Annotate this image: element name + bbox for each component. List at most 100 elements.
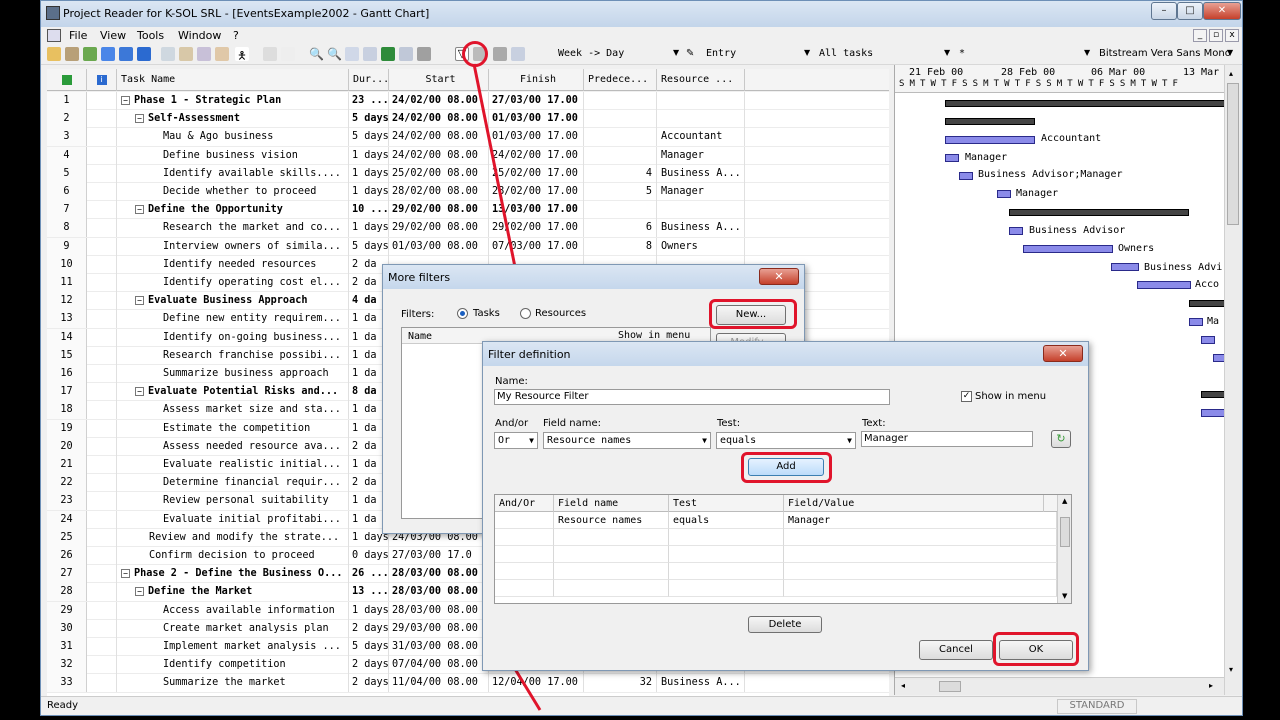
task-info[interactable] — [87, 365, 117, 383]
collapse-icon[interactable]: − — [135, 586, 144, 596]
task-row[interactable]: 33 Summarize the market 2 days 11/04/00 08.… — [47, 674, 889, 693]
col-task-name[interactable]: Task Name — [117, 69, 349, 91]
task-start[interactable]: 28/03/00 08.00 — [389, 601, 489, 620]
criteria-col-test[interactable]: Test — [669, 495, 784, 512]
task-info[interactable] — [87, 638, 117, 656]
task-id[interactable]: 7 — [47, 201, 87, 220]
open-icon[interactable] — [47, 47, 61, 61]
criteria-cell-value[interactable] — [784, 529, 1057, 546]
task-resources[interactable] — [657, 201, 745, 220]
collapse-icon[interactable]: − — [135, 295, 144, 305]
task-name[interactable]: − Phase 1 - Strategic Plan — [117, 92, 349, 110]
filter-list-name-header[interactable]: Name — [408, 331, 432, 342]
task-resources[interactable]: Manager — [657, 183, 745, 201]
task-id[interactable]: 24 — [47, 510, 87, 529]
collapse-icon[interactable]: − — [121, 568, 130, 578]
edit-icon[interactable] — [399, 47, 413, 61]
task-id[interactable]: 5 — [47, 164, 87, 183]
task-start[interactable]: 11/04/00 08.00 — [389, 674, 489, 693]
collapse-icon[interactable]: − — [135, 386, 144, 396]
task-row[interactable]: 7− Define the Opportunity 10 ... 29/02/00 0… — [47, 201, 889, 220]
task-resources[interactable]: Accountant — [657, 128, 745, 147]
task-name[interactable]: − Self-Assessment — [117, 110, 349, 129]
task-duration[interactable]: 5 days — [349, 237, 389, 256]
task-info[interactable] — [87, 474, 117, 493]
task-row[interactable]: 8 Research the market and co... 1 days 29/0… — [47, 219, 889, 238]
task-resources[interactable]: Business A... — [657, 674, 745, 693]
task-name[interactable]: Interview owners of simila... — [117, 237, 349, 256]
cancel-button[interactable]: Cancel — [919, 640, 993, 660]
zoom-out-icon[interactable]: 🔍 — [309, 47, 324, 61]
task-name[interactable]: Review personal suitability — [117, 492, 349, 511]
task-duration[interactable]: 26 ... — [349, 565, 389, 584]
task-id[interactable]: 10 — [47, 255, 87, 274]
task-finish[interactable]: 07/03/00 17.00 — [489, 237, 584, 256]
task-name[interactable]: Identify needed resources — [117, 255, 349, 274]
task-finish[interactable]: 24/02/00 17.00 — [489, 146, 584, 165]
task-info[interactable] — [87, 401, 117, 420]
task-info[interactable] — [87, 164, 117, 183]
task-name[interactable]: Confirm decision to proceed — [117, 547, 349, 565]
task-id[interactable]: 12 — [47, 292, 87, 311]
task-id[interactable]: 31 — [47, 638, 87, 656]
show-in-menu-checkbox[interactable]: ✓ — [961, 391, 972, 402]
filter-definition-close-button[interactable]: ✕ — [1043, 345, 1083, 362]
task-info[interactable] — [87, 183, 117, 201]
gantt-view-icon[interactable] — [161, 47, 175, 61]
maximize-button[interactable]: □ — [1177, 2, 1203, 20]
task-id[interactable]: 28 — [47, 583, 87, 602]
task-name[interactable]: Research the market and co... — [117, 219, 349, 238]
task-predecessors[interactable] — [584, 146, 657, 165]
task-name[interactable]: Mau & Ago business — [117, 128, 349, 147]
calendar-view-icon[interactable] — [179, 47, 193, 61]
task-id[interactable]: 20 — [47, 437, 87, 456]
task-row[interactable]: 3 Mau & Ago business 5 days 24/02/00 08.00 0… — [47, 128, 889, 147]
criteria-cell-value[interactable] — [784, 580, 1057, 597]
task-duration[interactable]: 5 days — [349, 638, 389, 656]
task-info[interactable] — [87, 510, 117, 529]
resources-radio[interactable] — [520, 308, 531, 319]
task-finish[interactable]: 25/02/00 17.00 — [489, 164, 584, 183]
test-select[interactable]: equals ▼ — [716, 432, 856, 449]
task-start[interactable]: 24/02/00 08.00 — [389, 128, 489, 147]
task-name[interactable]: Identify operating cost el... — [117, 274, 349, 292]
more-filters-close-button[interactable]: ✕ — [759, 268, 799, 285]
task-info[interactable] — [87, 619, 117, 638]
task-start[interactable]: 31/03/00 08.00 — [389, 638, 489, 656]
zoom-in-icon[interactable]: 🔍 — [327, 47, 342, 61]
task-predecessors[interactable]: 32 — [584, 674, 657, 693]
task-name[interactable]: Define new entity requirem... — [117, 310, 349, 329]
task-id[interactable]: 25 — [47, 528, 87, 547]
find-icon[interactable] — [511, 47, 525, 61]
task-name[interactable]: Summarize the market — [117, 674, 349, 693]
task-id[interactable]: 1 — [47, 92, 87, 110]
criteria-cell-test[interactable] — [669, 563, 784, 580]
task-duration[interactable]: 10 ... — [349, 201, 389, 220]
criteria-cell-field[interactable] — [554, 580, 669, 597]
gantt-hscrollbar[interactable]: ◂ ▸ — [895, 677, 1225, 695]
task-id[interactable]: 8 — [47, 219, 87, 238]
task-id[interactable]: 29 — [47, 601, 87, 620]
task-start[interactable]: 29/03/00 08.00 — [389, 619, 489, 638]
task-name[interactable]: − Evaluate Business Approach — [117, 292, 349, 311]
task-row[interactable]: 9 Interview owners of simila... 5 days 01/0… — [47, 237, 889, 256]
criteria-cell-andor[interactable] — [495, 580, 554, 597]
criteria-cell-andor[interactable] — [495, 529, 554, 546]
task-start[interactable]: 07/04/00 08.00 — [389, 656, 489, 675]
task-id[interactable]: 6 — [47, 183, 87, 201]
criteria-cell-value[interactable] — [784, 563, 1057, 580]
task-start[interactable]: 24/02/00 08.00 — [389, 146, 489, 165]
task-start[interactable]: 24/02/00 08.00 — [389, 92, 489, 110]
filter-list-show-header[interactable]: Show in menu — [618, 330, 690, 341]
task-id[interactable]: 30 — [47, 619, 87, 638]
task-duration[interactable]: 1 days — [349, 146, 389, 165]
task-id[interactable]: 17 — [47, 383, 87, 402]
task-start[interactable]: 28/03/00 08.00 — [389, 583, 489, 602]
task-duration[interactable]: 1 days — [349, 219, 389, 238]
project-icon[interactable] — [83, 47, 97, 61]
task-duration[interactable]: 1 days — [349, 164, 389, 183]
table-icon[interactable] — [263, 47, 277, 61]
task-resources[interactable]: Business A... — [657, 164, 745, 183]
filter-name-input[interactable]: My Resource Filter — [494, 389, 890, 405]
task-id[interactable]: 2 — [47, 110, 87, 129]
